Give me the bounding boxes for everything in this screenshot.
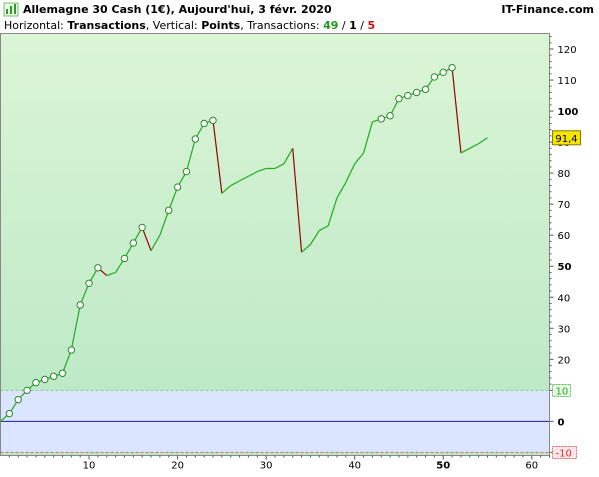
trade-marker bbox=[32, 378, 40, 387]
chart-title: Allemagne 30 Cash (1€), Aujourd'hui, 3 f… bbox=[23, 3, 332, 16]
trade-marker bbox=[94, 264, 102, 272]
x-tick-label: 10 bbox=[83, 461, 96, 472]
trade-marker bbox=[85, 279, 93, 287]
chart-subtitle: Horizontal: Transactions, Vertical: Poin… bbox=[4, 19, 375, 32]
subtitle-tx: , Transactions: bbox=[240, 19, 323, 32]
trade-marker bbox=[120, 254, 129, 263]
y-tick-label: 60 bbox=[558, 231, 571, 242]
trade-marker bbox=[138, 223, 146, 232]
subtitle-prefix: Horizontal: bbox=[4, 19, 67, 32]
trade-marker bbox=[173, 183, 182, 191]
trade-marker bbox=[165, 206, 173, 215]
trade-marker bbox=[5, 409, 14, 418]
bar-chart-icon bbox=[3, 2, 19, 17]
trade-marker bbox=[448, 63, 456, 72]
x-tick-label: 60 bbox=[525, 461, 538, 472]
subtitle-mid: , Vertical: bbox=[146, 19, 201, 32]
trade-marker bbox=[430, 73, 439, 81]
chart-header: Allemagne 30 Cash (1€), Aujourd'hui, 3 f… bbox=[3, 2, 594, 32]
trade-marker bbox=[41, 375, 49, 384]
x-tick-label: 40 bbox=[348, 461, 361, 472]
tx-sep-2: / bbox=[357, 19, 368, 32]
y-tick-label: 100 bbox=[558, 107, 579, 118]
trade-marker bbox=[386, 112, 394, 120]
trade-marker bbox=[421, 85, 430, 94]
trade-marker bbox=[439, 68, 447, 76]
trade-marker bbox=[76, 301, 84, 309]
trade-marker bbox=[191, 135, 200, 143]
last-value-tag: 91,4 bbox=[552, 130, 581, 146]
source-label: IT-Finance.com bbox=[501, 3, 594, 16]
y-tick-label: 110 bbox=[558, 76, 577, 87]
y-tick-label: 70 bbox=[558, 200, 571, 211]
last-value-label: 91,4 bbox=[555, 134, 577, 145]
tx-sep-1: / bbox=[338, 19, 349, 32]
band-label: 10 bbox=[556, 386, 569, 397]
trade-marker bbox=[129, 239, 138, 247]
x-tick-label: 30 bbox=[260, 461, 273, 472]
x-tick-label: 50 bbox=[436, 461, 450, 472]
y-tick-label: 30 bbox=[558, 324, 571, 335]
y-tick-label: 40 bbox=[558, 293, 571, 304]
trade-marker bbox=[377, 115, 385, 123]
trade-marker bbox=[67, 346, 76, 354]
tx-wins: 1 bbox=[349, 19, 357, 32]
trade-marker bbox=[404, 91, 412, 100]
tx-losses: 5 bbox=[367, 19, 375, 32]
trade-marker bbox=[58, 369, 67, 377]
trade-marker bbox=[200, 119, 208, 128]
band-label: 0 bbox=[558, 417, 565, 428]
x-tick-label: 20 bbox=[171, 461, 184, 472]
y-tick-label: 20 bbox=[558, 355, 571, 366]
trade-marker bbox=[49, 372, 58, 381]
horizontal-axis-name: Transactions bbox=[67, 19, 146, 32]
chart-svg: Allemagne 30 Cash (1€), Aujourd'hui, 3 f… bbox=[0, 2, 594, 472]
y-axis: 2030405060708090100110120 bbox=[549, 36, 579, 385]
trade-marker bbox=[209, 116, 217, 125]
band-label: -10 bbox=[556, 448, 572, 459]
tx-total: 49 bbox=[323, 19, 338, 32]
chart-window: Allemagne 30 Cash (1€), Aujourd'hui, 3 f… bbox=[0, 0, 599, 473]
trade-marker bbox=[395, 94, 403, 103]
trade-marker bbox=[412, 88, 421, 97]
trade-marker bbox=[182, 167, 191, 176]
trade-marker bbox=[14, 395, 22, 404]
trade-marker bbox=[23, 386, 31, 395]
x-axis: 10 20 30 40 50 60 bbox=[8, 455, 550, 472]
y-tick-label: 120 bbox=[558, 45, 577, 56]
y-tick-label: 80 bbox=[558, 169, 571, 180]
y-tick-label: 50 bbox=[558, 262, 572, 273]
vertical-axis-name: Points bbox=[201, 19, 240, 32]
